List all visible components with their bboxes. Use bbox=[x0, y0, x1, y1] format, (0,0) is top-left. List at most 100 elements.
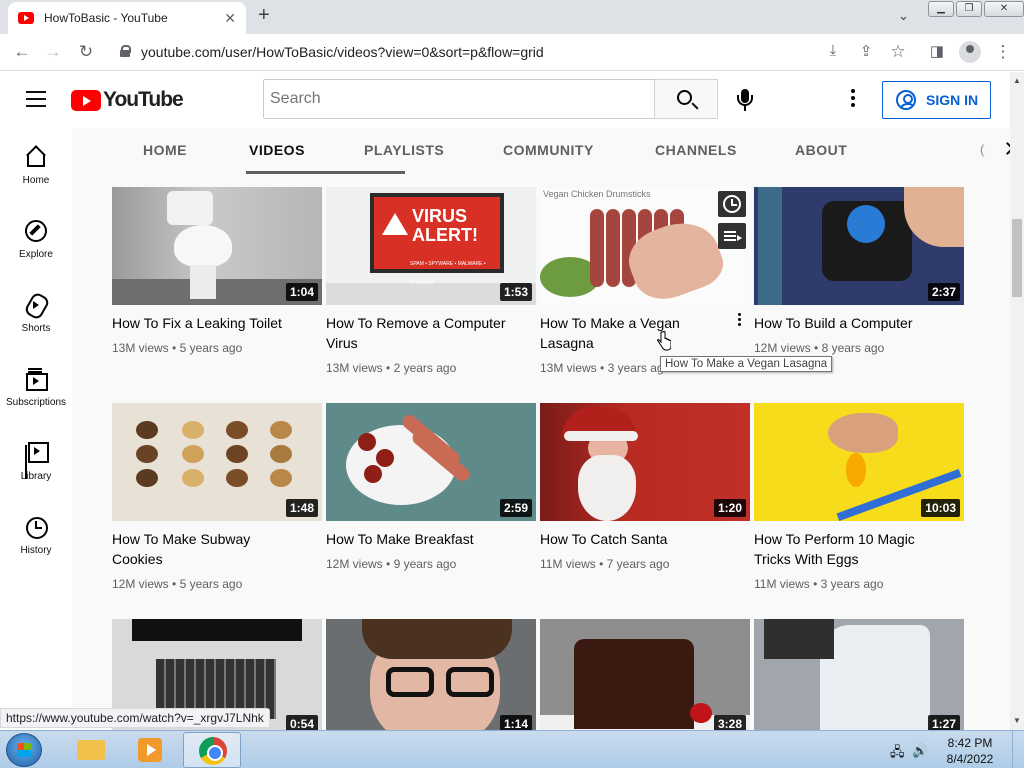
voice-search-microphone-icon[interactable] bbox=[737, 89, 753, 113]
chrome-menu-icon[interactable]: ⋮ bbox=[993, 42, 1013, 62]
video-card[interactable]: 1:20 How To Catch Santa 11M views • 7 ye… bbox=[540, 403, 750, 571]
share-icon[interactable]: ⇪ bbox=[856, 42, 876, 60]
taskbar-explorer[interactable] bbox=[60, 732, 118, 768]
video-metadata: 13M views • 2 years ago bbox=[326, 361, 457, 375]
view-count: 12M views bbox=[754, 341, 811, 355]
bookmark-star-icon[interactable]: ☆ bbox=[888, 42, 908, 62]
video-metadata: 12M views • 8 years ago bbox=[754, 341, 885, 355]
windows-taskbar: 🖧 🔊 8:42 PM 8/4/2022 bbox=[0, 730, 1024, 768]
video-thumbnail[interactable]: 3:28 bbox=[540, 619, 750, 730]
tab-search-partial[interactable]: ( bbox=[980, 142, 984, 157]
video-thumbnail[interactable]: Vegan Chicken Drumsticks bbox=[540, 187, 750, 305]
video-card[interactable]: 2:59 How To Make Breakfast 12M views • 9… bbox=[326, 403, 536, 571]
duration-badge: 0:54 bbox=[285, 715, 318, 730]
address-bar[interactable]: youtube.com/user/HowToBasic/videos?view=… bbox=[141, 44, 544, 60]
show-desktop-button[interactable] bbox=[1012, 731, 1024, 768]
browser-tab[interactable]: HowToBasic - YouTube ✕ bbox=[8, 2, 246, 34]
video-title[interactable]: How To Make Subway Cookies bbox=[112, 529, 302, 569]
new-tab-button[interactable]: + bbox=[258, 4, 270, 27]
window-close-button[interactable]: ✕ bbox=[984, 1, 1024, 17]
network-icon[interactable]: 🖧 bbox=[890, 743, 906, 759]
video-thumbnail[interactable]: 1:27 bbox=[754, 619, 964, 730]
lock-icon[interactable] bbox=[120, 45, 131, 57]
sign-in-button[interactable]: SIGN IN bbox=[882, 81, 991, 119]
video-card[interactable]: 3:28 bbox=[540, 619, 750, 730]
video-action-menu-icon[interactable] bbox=[738, 313, 742, 328]
tab-videos[interactable]: VIDEOS bbox=[249, 142, 305, 158]
video-thumbnail[interactable]: 10:03 bbox=[754, 403, 964, 521]
restore-button[interactable]: ❐ bbox=[956, 1, 982, 17]
settings-kebab-icon[interactable] bbox=[848, 89, 858, 111]
video-thumbnail[interactable]: 1:20 bbox=[540, 403, 750, 521]
sign-in-label: SIGN IN bbox=[926, 92, 979, 108]
hamburger-menu-icon[interactable] bbox=[26, 91, 46, 107]
guide-item-shorts[interactable]: Shorts bbox=[0, 276, 72, 350]
youtube-logo[interactable]: YouTube bbox=[71, 88, 184, 112]
duration-badge: 3:28 bbox=[713, 715, 746, 730]
guide-label: Library bbox=[20, 471, 52, 482]
tab-home[interactable]: HOME bbox=[143, 142, 187, 158]
video-card[interactable]: VIRUS ALERT! SPAM • SPYWARE • MALWARE • PH… bbox=[326, 187, 536, 375]
warning-icon bbox=[382, 213, 408, 235]
scrollbar-thumb[interactable] bbox=[1012, 219, 1022, 297]
reload-icon[interactable]: ↻ bbox=[76, 42, 96, 62]
install-app-icon[interactable]: ⤓ bbox=[823, 42, 843, 59]
guide-item-subscriptions[interactable]: Subscriptions bbox=[0, 350, 72, 424]
tab-community[interactable]: COMMUNITY bbox=[503, 142, 594, 158]
video-title[interactable]: How To Build a Computer bbox=[754, 313, 944, 333]
close-tab-icon[interactable]: ✕ bbox=[224, 10, 236, 27]
start-button[interactable] bbox=[6, 733, 42, 767]
taskbar-chrome[interactable] bbox=[183, 732, 241, 768]
tab-playlists[interactable]: PLAYLISTS bbox=[364, 142, 444, 158]
video-card[interactable]: 10:03 How To Perform 10 Magic Tricks Wit… bbox=[754, 403, 964, 591]
guide-label: Shorts bbox=[21, 323, 51, 334]
video-card-hovered[interactable]: Vegan Chicken Drumsticks How To Make a V… bbox=[540, 187, 750, 375]
back-arrow-icon[interactable]: ← bbox=[12, 42, 32, 62]
video-title[interactable]: How To Make a Vegan Lasagna bbox=[540, 313, 730, 353]
system-clock[interactable]: 8:42 PM 8/4/2022 bbox=[935, 735, 1005, 767]
guide-item-home[interactable]: Home bbox=[0, 128, 72, 202]
upload-age: 8 years ago bbox=[821, 341, 885, 355]
guide-item-library[interactable]: Library bbox=[0, 424, 72, 498]
video-card[interactable]: 2:37 How To Build a Computer 12M views •… bbox=[754, 187, 964, 355]
tab-about[interactable]: ABOUT bbox=[795, 142, 847, 158]
minimize-button[interactable]: ▁ bbox=[928, 1, 954, 17]
video-title[interactable]: How To Perform 10 Magic Tricks With Eggs bbox=[754, 529, 944, 569]
page-scrollbar[interactable]: ▲ ▼ bbox=[1010, 72, 1024, 730]
duration-badge: 2:37 bbox=[927, 283, 960, 301]
profile-avatar-icon[interactable] bbox=[959, 41, 981, 63]
video-card[interactable]: 1:48 How To Make Subway Cookies 12M view… bbox=[112, 403, 322, 591]
thumb-text: VIRUS bbox=[412, 206, 468, 226]
video-thumbnail[interactable]: VIRUS ALERT! SPAM • SPYWARE • MALWARE • PH… bbox=[326, 187, 536, 305]
search-input[interactable] bbox=[263, 79, 655, 119]
video-card[interactable]: 1:14 bbox=[326, 619, 536, 730]
video-title[interactable]: How To Fix a Leaking Toilet bbox=[112, 313, 302, 333]
search-button[interactable] bbox=[654, 79, 718, 119]
tab-channels[interactable]: CHANNELS bbox=[655, 142, 737, 158]
scroll-down-icon[interactable]: ▼ bbox=[1013, 716, 1021, 725]
video-title[interactable]: How To Catch Santa bbox=[540, 529, 730, 549]
video-card[interactable]: 1:27 bbox=[754, 619, 964, 730]
video-title[interactable]: How To Remove a Computer Virus bbox=[326, 313, 516, 353]
taskbar-media-player[interactable] bbox=[120, 732, 178, 768]
side-panel-icon[interactable]: ◨ bbox=[927, 42, 947, 60]
forward-arrow-icon[interactable]: → bbox=[43, 42, 63, 62]
media-player-icon bbox=[138, 738, 162, 762]
guide-item-history[interactable]: History bbox=[0, 498, 72, 572]
scroll-up-icon[interactable]: ▲ bbox=[1013, 76, 1021, 85]
guide-item-explore[interactable]: Explore bbox=[0, 202, 72, 276]
upload-age: 3 years ago bbox=[820, 577, 884, 591]
video-thumbnail[interactable]: 2:37 bbox=[754, 187, 964, 305]
video-thumbnail[interactable]: 1:04 bbox=[112, 187, 322, 305]
video-thumbnail[interactable]: 2:59 bbox=[326, 403, 536, 521]
video-card[interactable]: 1:04 How To Fix a Leaking Toilet 13M vie… bbox=[112, 187, 322, 355]
library-icon bbox=[24, 441, 49, 465]
guide-label: Home bbox=[22, 175, 50, 186]
volume-icon[interactable]: 🔊 bbox=[912, 743, 928, 758]
video-thumbnail[interactable]: 1:48 bbox=[112, 403, 322, 521]
video-thumbnail[interactable]: 1:14 bbox=[326, 619, 536, 730]
video-title[interactable]: How To Make Breakfast bbox=[326, 529, 516, 549]
tab-search-chevron-icon[interactable]: ⌄ bbox=[898, 8, 909, 24]
watch-later-button[interactable] bbox=[718, 191, 746, 217]
add-to-queue-button[interactable] bbox=[718, 223, 746, 249]
